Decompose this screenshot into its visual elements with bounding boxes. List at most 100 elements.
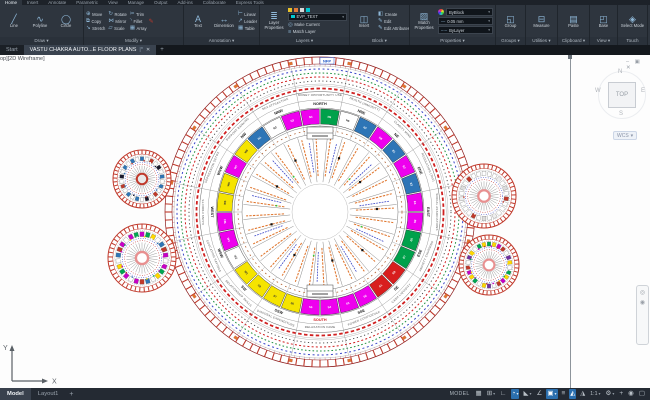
panel-label-modify[interactable]: Modify ▾ xyxy=(84,37,183,45)
settings-gear-icon[interactable]: ⚙▾ xyxy=(605,389,616,399)
linear-icon: ⊢ xyxy=(238,11,243,17)
modified-indicator: |* xyxy=(139,47,143,53)
new-drawing-tab-button[interactable]: + xyxy=(156,45,168,55)
insert-button[interactable]: ◫Insert xyxy=(352,14,376,29)
graphics-performance-icon[interactable]: ◉ xyxy=(627,389,635,399)
make-current-button[interactable]: ◎Make Current xyxy=(288,22,347,28)
panel-label-layers[interactable]: Layers ▾ xyxy=(260,37,349,45)
linear-button[interactable]: ⊢Linear xyxy=(238,11,257,17)
isodraft-icon[interactable]: ◣▾ xyxy=(522,389,532,399)
viewport-divider-grip[interactable] xyxy=(568,55,572,59)
panel-label-properties[interactable]: Properties ▾ xyxy=(410,37,495,45)
close-tab-icon[interactable]: ✕ xyxy=(146,47,150,53)
object-snap-tracking-icon[interactable]: ∠ xyxy=(536,389,544,399)
mini-chakra-bottom-left xyxy=(108,224,176,292)
lock-icon[interactable] xyxy=(300,8,304,12)
drawing-canvas[interactable]: op][2D Wireframe] MONEY OPPORTUNITY USEN… xyxy=(0,55,650,388)
trim-button[interactable]: ✂Trim xyxy=(130,11,147,18)
layer-properties-button[interactable]: ≣Layer Properties xyxy=(262,11,286,30)
model-space-label[interactable]: MODEL xyxy=(450,391,470,397)
copy-button[interactable]: ⧉Copy xyxy=(86,18,105,25)
panel-label-touch[interactable]: Touch xyxy=(618,37,647,45)
scale-button[interactable]: ▱Scale xyxy=(108,25,126,32)
ortho-icon[interactable]: ∟ xyxy=(499,389,507,399)
new-layout-button[interactable]: + xyxy=(65,388,77,400)
circle-button[interactable]: ◯Circle xyxy=(54,14,78,29)
mirror-button[interactable]: ⋈Mirror xyxy=(108,18,126,25)
stretch-button[interactable]: ↘Stretch xyxy=(86,25,105,32)
autocad-window: HomeInsertAnnotateParametricViewManageOu… xyxy=(0,0,650,400)
object-color-dropdown[interactable]: ByBlock▾ xyxy=(446,8,493,16)
snap-icon[interactable]: ⊞▾ xyxy=(486,389,496,399)
line-button[interactable]: ╱Line xyxy=(2,14,26,29)
match-properties-button[interactable]: ▨Match Properties xyxy=(412,11,436,30)
fillet-button[interactable]: ◝Fillet xyxy=(130,18,147,25)
wcs-dropdown[interactable]: WCS▾ xyxy=(613,131,637,140)
panel-label-block[interactable]: Block ▾ xyxy=(350,37,409,45)
annotation-scale[interactable]: 1:1▾ xyxy=(589,389,601,399)
freeze-icon[interactable] xyxy=(294,8,298,12)
measure-button[interactable]: ⊟Measure xyxy=(530,14,554,29)
array-button[interactable]: ▦Array xyxy=(130,25,147,32)
create-button[interactable]: ◧Create xyxy=(378,11,409,17)
rotate-button[interactable]: ↻Rotate xyxy=(108,11,126,18)
viewport-divider[interactable] xyxy=(570,55,571,388)
pan-icon[interactable]: ◎ xyxy=(640,290,645,296)
text-button[interactable]: AText xyxy=(186,14,210,29)
panel-label-groups[interactable]: Groups ▾ xyxy=(496,37,525,45)
create-icon: ◧ xyxy=(378,11,383,17)
leader-button[interactable]: ↗Leader xyxy=(238,18,257,24)
layout1-tab[interactable]: Layout1 xyxy=(31,388,66,400)
bulb-icon[interactable] xyxy=(288,8,292,12)
group-button[interactable]: ◱Group xyxy=(499,14,523,29)
direction-label: SOUTH xyxy=(313,318,327,322)
fillet-icon: ◝ xyxy=(130,18,132,24)
chevron-down-icon: ▾ xyxy=(342,15,344,19)
layer-dropdown[interactable]: EVP_TEXT▾ xyxy=(288,13,347,21)
viewcube-south[interactable]: S xyxy=(619,111,623,117)
object-snap-icon[interactable]: ▣▾ xyxy=(546,389,557,399)
panel-label-draw[interactable]: Draw ▾ xyxy=(0,37,83,45)
panel-label-view[interactable]: View ▾ xyxy=(590,37,617,45)
arc-button[interactable]: ◠Arc xyxy=(80,14,83,29)
lineweight-icon[interactable]: ≡ xyxy=(561,389,567,399)
paste-button[interactable]: ▤Paste xyxy=(562,14,586,29)
viewcube-west[interactable]: W xyxy=(595,88,601,94)
isolate-objects-icon[interactable]: + xyxy=(618,389,624,399)
base-button[interactable]: ◰Base xyxy=(592,14,616,29)
file-tab-start[interactable]: Start xyxy=(0,45,24,55)
panel-label-clipboard[interactable]: Clipboard ▾ xyxy=(558,37,589,45)
annotation-visibility-icon[interactable]: ◭ xyxy=(569,389,576,399)
panel-label-annotation[interactable]: Annotation ▾ xyxy=(184,37,259,45)
edit-attributes-button[interactable]: ✎Edit Attributes xyxy=(378,25,409,31)
polar-tracking-icon[interactable]: ◔▾ xyxy=(511,389,520,399)
color-swatch-icon[interactable] xyxy=(306,8,310,12)
model-tab[interactable]: Model xyxy=(0,388,31,400)
viewcube-east[interactable]: E xyxy=(641,88,645,94)
panel-label-utilities[interactable]: Utilities ▾ xyxy=(526,37,557,45)
edit-button[interactable]: ✎Edit xyxy=(378,18,409,24)
polyline-button[interactable]: ∿Polyline xyxy=(28,14,52,29)
zoom-icon[interactable]: ◉ xyxy=(640,300,645,306)
viewport-controls-label[interactable]: op][2D Wireframe] xyxy=(0,56,45,62)
dimension-button[interactable]: ↔Dimension xyxy=(212,14,236,29)
select-mode-button[interactable]: ◈Select Mode xyxy=(621,14,645,29)
viewcube-north[interactable]: N xyxy=(618,69,622,75)
move-button[interactable]: ⊕Move xyxy=(86,11,105,18)
viewcube-top-face[interactable]: TOP xyxy=(608,82,636,108)
annotation-autoscale-icon[interactable]: ◮ xyxy=(579,389,586,399)
color-wheel-icon[interactable] xyxy=(438,9,444,15)
table-button[interactable]: ▦Table xyxy=(238,25,257,31)
navigation-bar[interactable]: ◎ ◉ xyxy=(636,285,649,345)
ribbon-panel-area: ╱Line∿Polyline◯Circle◠Arc Draw ▾ ⊕Move⧉Cop… xyxy=(0,5,650,45)
grid-icon[interactable]: ▦ xyxy=(475,389,483,399)
start-tab-label: Start xyxy=(6,47,18,53)
clean-screen-icon[interactable]: ▢ xyxy=(638,389,646,399)
match-layer-button[interactable]: ≡Match Layer xyxy=(288,29,347,35)
linetype-dropdown[interactable]: –·–ByLayer▾ xyxy=(438,26,493,34)
lineweight-dropdown[interactable]: —0.05 mm▾ xyxy=(438,17,493,25)
erase-icon[interactable]: ✎ xyxy=(149,18,154,25)
file-tab-drawing[interactable]: VASTU CHAKRA AUTO...E FLOOR PLANS |* ✕ xyxy=(24,45,157,55)
main-vastu-chakra: MONEY OPPORTUNITY USENORTHHEALTH (IMMUNI… xyxy=(165,57,475,367)
viewcube[interactable]: N S W E TOP xyxy=(594,67,650,123)
